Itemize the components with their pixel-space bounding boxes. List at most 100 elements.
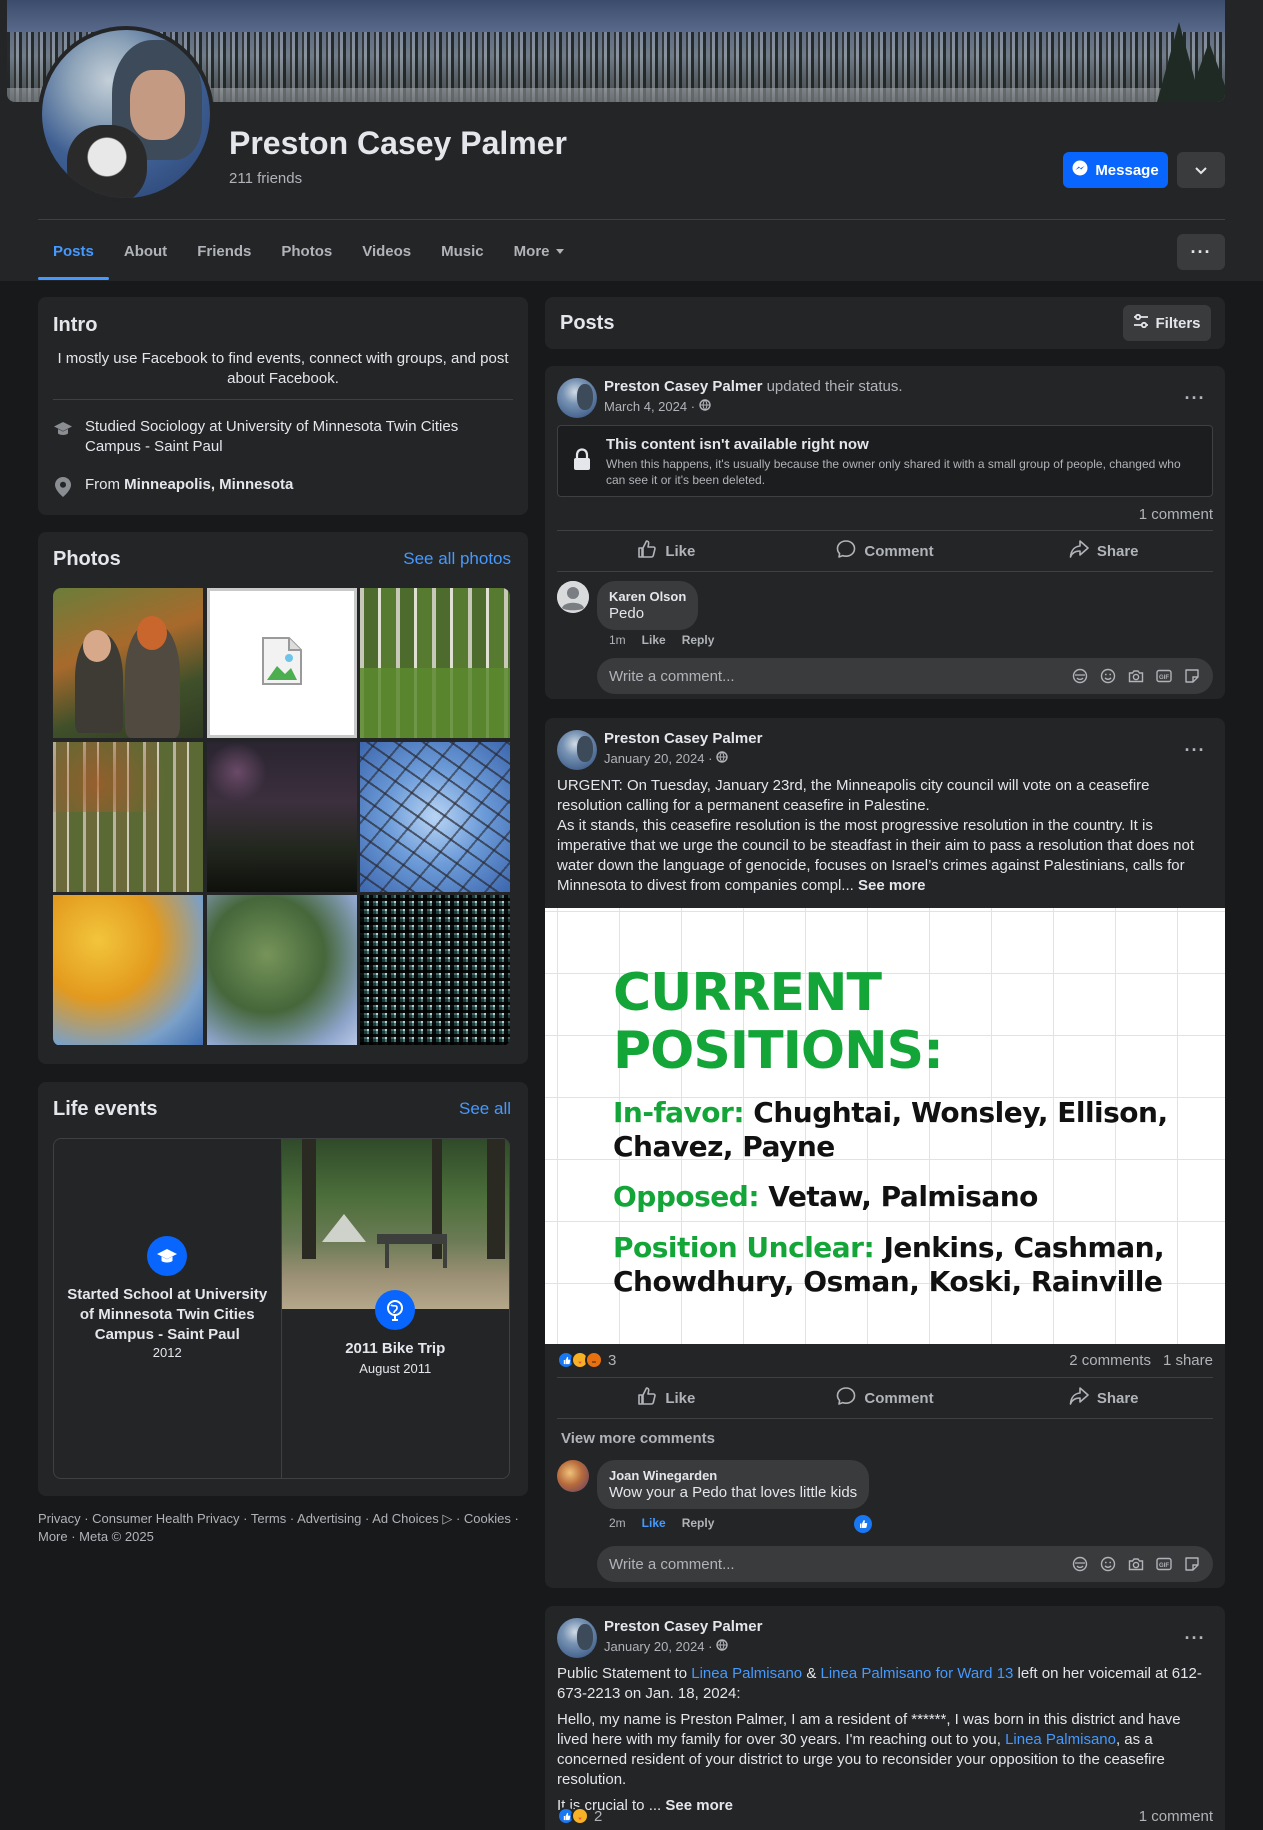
post-counts: 2 1 comment xyxy=(557,1806,1213,1826)
tab-music[interactable]: Music xyxy=(426,222,499,280)
avatar-sticker-icon[interactable] xyxy=(1071,1555,1089,1573)
comment-count[interactable]: 2 comments xyxy=(1069,1352,1151,1369)
location-pin-icon xyxy=(53,477,73,497)
tabs-more-options-button[interactable]: ··· xyxy=(1177,234,1225,270)
share-button[interactable]: Share xyxy=(994,1378,1213,1418)
comment-button[interactable]: Comment xyxy=(776,1378,995,1418)
commenter-avatar[interactable] xyxy=(557,1460,589,1492)
comment-reply-button[interactable]: Reply xyxy=(682,1516,715,1530)
share-arrow-icon xyxy=(1069,1386,1089,1410)
photo-thumbnail[interactable] xyxy=(360,741,510,892)
care-reaction-icon xyxy=(571,1807,589,1825)
message-button[interactable]: Message xyxy=(1063,152,1168,188)
see-all-photos-link[interactable]: See all photos xyxy=(403,549,511,569)
post-author-name[interactable]: Preston Casey Palmer xyxy=(604,730,762,747)
post-options-button[interactable]: ··· xyxy=(1177,1620,1213,1656)
tab-posts[interactable]: Posts xyxy=(38,222,109,280)
share-count[interactable]: 1 share xyxy=(1163,1352,1213,1369)
comment-bubble-icon xyxy=(836,1386,856,1410)
share-button[interactable]: Share xyxy=(994,531,1213,571)
intro-from-place[interactable]: Minneapolis, Minnesota xyxy=(124,476,293,493)
sliders-icon xyxy=(1133,313,1149,332)
sticker-icon[interactable] xyxy=(1183,1555,1201,1573)
reactions-summary[interactable]: 3 xyxy=(557,1351,616,1369)
tab-friends[interactable]: Friends xyxy=(182,222,266,280)
comment-time[interactable]: 2m xyxy=(609,1516,626,1530)
see-all-life-events-link[interactable]: See all xyxy=(459,1099,511,1119)
post-options-button[interactable]: ··· xyxy=(1177,380,1213,416)
avatar-sticker-icon[interactable] xyxy=(1071,667,1089,685)
comment-count[interactable]: 1 comment xyxy=(1139,1808,1213,1825)
commenter-name[interactable]: Joan Winegarden xyxy=(609,1468,857,1483)
camera-icon[interactable] xyxy=(1127,667,1145,685)
camera-icon[interactable] xyxy=(1127,1555,1145,1573)
comment-time[interactable]: 1m xyxy=(609,633,626,647)
comment-label: Comment xyxy=(864,1389,934,1407)
photo-thumbnail[interactable] xyxy=(206,588,357,738)
filters-button[interactable]: Filters xyxy=(1123,305,1211,341)
comment-count[interactable]: 1 comment xyxy=(1139,506,1213,523)
caret-down-icon xyxy=(555,248,564,254)
post-timestamp[interactable]: March 4, 2024 · xyxy=(604,399,695,414)
svg-text:GIF: GIF xyxy=(1159,675,1169,681)
see-more-link[interactable]: See more xyxy=(858,877,926,894)
post-author-name[interactable]: Preston Casey Palmer xyxy=(604,1618,762,1635)
profile-avatar[interactable] xyxy=(38,26,214,202)
post-image[interactable]: CURRENT POSITIONS: In-favor: Chughtai, W… xyxy=(545,908,1225,1344)
comment-button[interactable]: Comment xyxy=(776,531,995,571)
filters-label: Filters xyxy=(1155,314,1201,332)
gif-icon[interactable]: GIF xyxy=(1155,1555,1173,1573)
life-event-bike-trip[interactable]: 2011 Bike Trip August 2011 xyxy=(281,1139,509,1478)
reactions-summary[interactable]: 2 xyxy=(557,1807,602,1825)
mention-link[interactable]: Linea Palmisano xyxy=(1005,1731,1116,1748)
tab-videos[interactable]: Videos xyxy=(347,222,426,280)
comment-reply-button[interactable]: Reply xyxy=(682,633,715,647)
photo-thumbnail[interactable] xyxy=(53,895,203,1045)
post-author-name[interactable]: Preston Casey Palmer xyxy=(604,378,762,395)
mention-link[interactable]: Linea Palmisano for Ward 13 xyxy=(821,1665,1014,1682)
share-label: Share xyxy=(1096,1389,1139,1407)
comment-like-button[interactable]: Like xyxy=(642,1516,666,1530)
comment-bubble: Karen Olson Pedo xyxy=(597,581,699,630)
comment-input[interactable] xyxy=(609,667,1071,685)
lock-icon xyxy=(572,448,592,477)
footer-links[interactable]: Privacy · Consumer Health Privacy · Term… xyxy=(38,1510,528,1546)
post-text-paragraph: URGENT: On Tuesday, January 23rd, the Mi… xyxy=(557,777,1150,814)
comment-input[interactable] xyxy=(609,1555,1071,1573)
photo-thumbnail[interactable] xyxy=(53,741,203,892)
like-reaction-icon[interactable] xyxy=(854,1515,872,1533)
life-event-school[interactable]: Started School at University of Minnesot… xyxy=(54,1139,282,1478)
intro-divider xyxy=(53,399,513,400)
tab-more[interactable]: More xyxy=(499,222,579,280)
commenter-name[interactable]: Karen Olson xyxy=(609,589,686,604)
friends-count[interactable]: 211 friends xyxy=(229,170,302,187)
comment-like-button[interactable]: Like xyxy=(642,633,666,647)
post-author-avatar[interactable] xyxy=(557,730,597,770)
mention-link[interactable]: Linea Palmisano xyxy=(691,1665,802,1682)
photo-thumbnail[interactable] xyxy=(206,895,357,1045)
tab-photos[interactable]: Photos xyxy=(266,222,347,280)
photo-thumbnail[interactable] xyxy=(360,895,510,1045)
post-date: January 20, 2024 · xyxy=(604,751,729,766)
profile-options-dropdown[interactable] xyxy=(1177,152,1225,188)
like-button[interactable]: Like xyxy=(557,531,776,571)
life-events-card: Life events See all Started School at Un… xyxy=(38,1082,528,1496)
commenter-avatar[interactable] xyxy=(557,581,589,613)
post-options-button[interactable]: ··· xyxy=(1177,732,1213,768)
comment-meta: 1m Like Reply xyxy=(609,633,714,647)
post-timestamp[interactable]: January 20, 2024 · xyxy=(604,751,712,766)
sticker-icon[interactable] xyxy=(1183,667,1201,685)
post-timestamp[interactable]: January 20, 2024 · xyxy=(604,1639,712,1654)
photo-thumbnail[interactable] xyxy=(53,588,203,738)
emoji-icon[interactable] xyxy=(1099,1555,1117,1573)
like-button[interactable]: Like xyxy=(557,1378,776,1418)
emoji-icon[interactable] xyxy=(1099,667,1117,685)
photo-thumbnail[interactable] xyxy=(206,741,357,892)
post-author-avatar[interactable] xyxy=(557,1618,597,1658)
tab-about[interactable]: About xyxy=(109,222,182,280)
photo-thumbnail[interactable] xyxy=(360,588,510,738)
post-author-avatar[interactable] xyxy=(557,378,597,418)
gif-icon[interactable]: GIF xyxy=(1155,667,1173,685)
view-more-comments-link[interactable]: View more comments xyxy=(561,1430,715,1447)
profile-tabs: Posts About Friends Photos Videos Music … xyxy=(38,222,579,280)
